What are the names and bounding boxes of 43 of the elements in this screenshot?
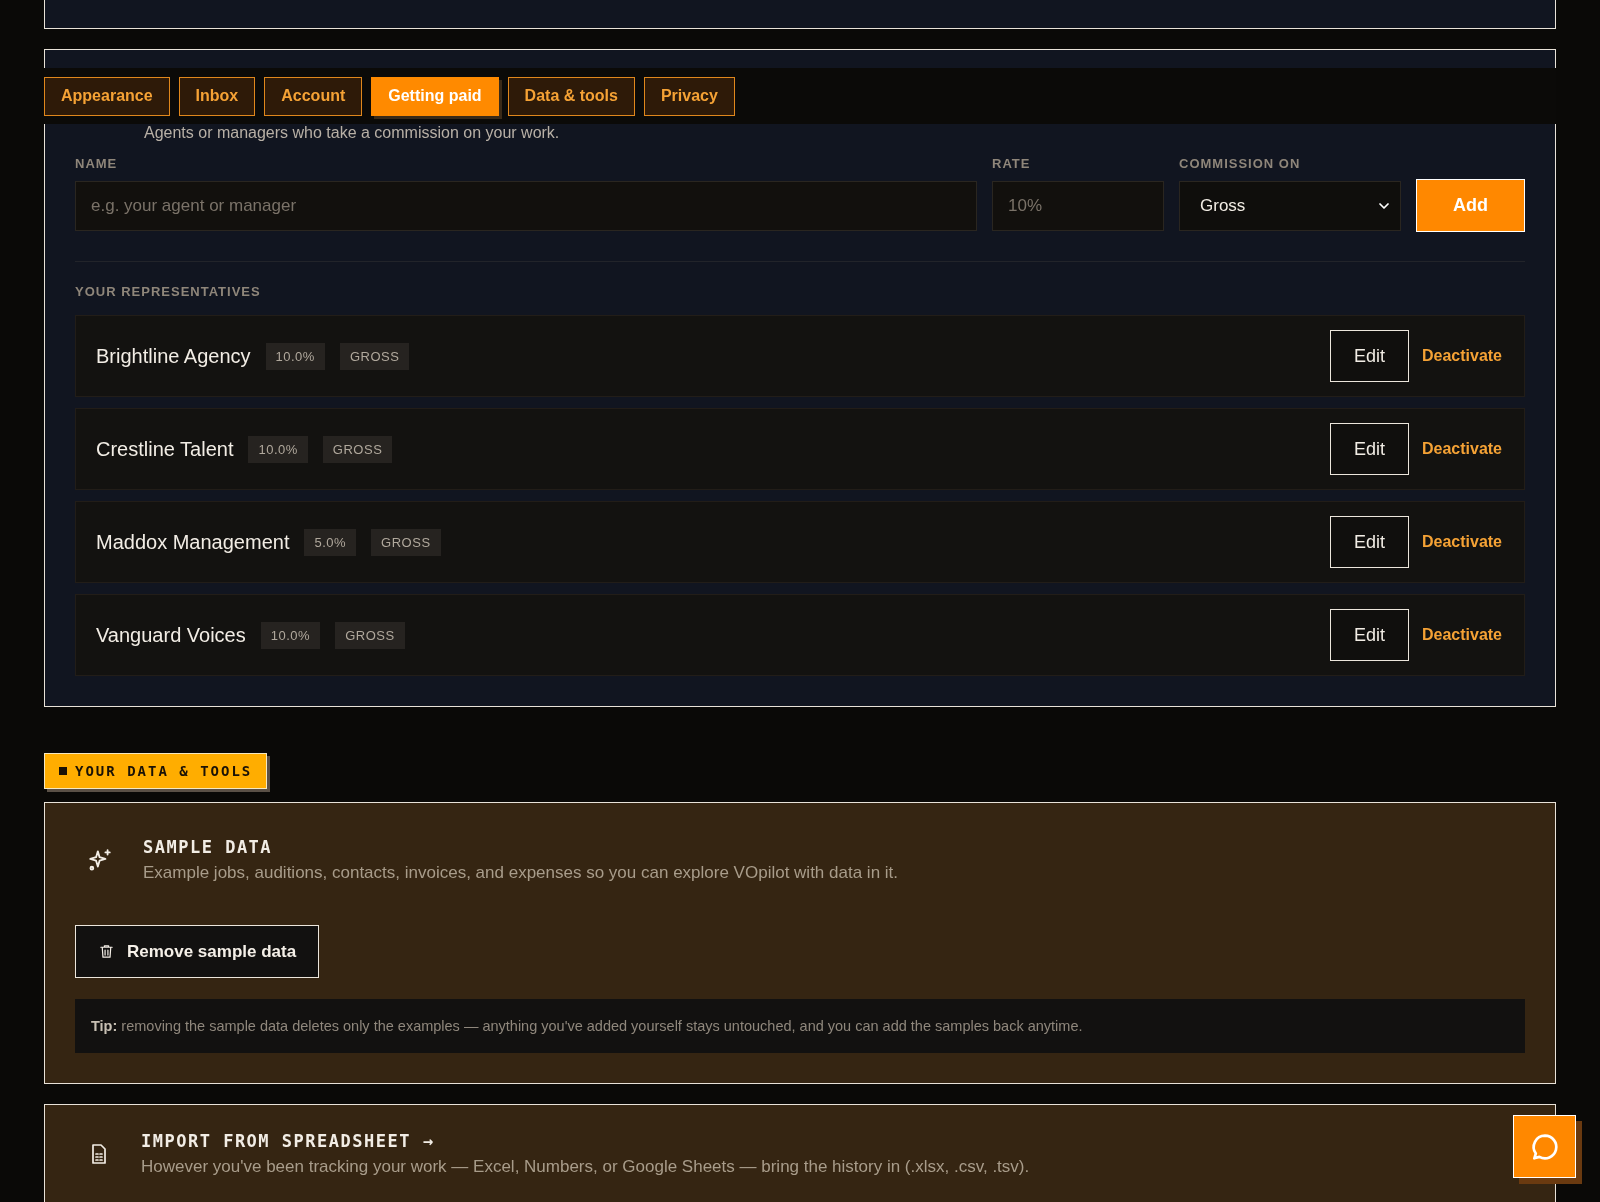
basis-tag: GROSS [371, 528, 441, 556]
deactivate-link[interactable]: Deactivate [1421, 626, 1502, 644]
tip-text: Tip: removing the sample data deletes only the examples — anything you've added yourself stays untouched, and you can add the samples back anytime. [75, 999, 1525, 1053]
edit-button[interactable]: Edit [1329, 423, 1409, 475]
trash-icon [98, 943, 115, 960]
basis-tag: GROSS [339, 342, 410, 370]
tab[interactable]: Appearance [44, 76, 170, 116]
rate-tag: 10.0% [260, 621, 321, 649]
rate-tag: 10.0% [265, 342, 325, 370]
basis-tag: GROSS [335, 621, 405, 649]
sparkle-icon [87, 847, 113, 873]
representative-name: Brightline Agency [96, 344, 251, 368]
basis-tag: GROSS [322, 435, 393, 463]
square-icon [59, 767, 67, 775]
remove-sample-data-button[interactable]: Remove sample data [75, 925, 320, 978]
field-label: NAME [75, 156, 119, 171]
list-heading: YOUR REPRESENTATIVES [75, 284, 262, 299]
edit-button[interactable]: Edit [1329, 330, 1409, 382]
card-title: SAMPLE DATA [143, 837, 274, 857]
edit-button[interactable]: Edit [1329, 516, 1409, 568]
name-input-field[interactable]: e.g. your agent or manager [75, 181, 977, 231]
representative-name: Maddox Management [96, 530, 290, 554]
representative-name: Crestline Talent [96, 437, 234, 461]
deactivate-link[interactable]: Deactivate [1421, 440, 1502, 458]
rate-tag: 10.0% [248, 435, 308, 463]
card-description: Example jobs, auditions, contacts, invoices, and expenses so you can explore VOpilot with data in it. [143, 863, 899, 883]
tab[interactable]: Account [264, 76, 363, 116]
tab[interactable]: Inbox [178, 76, 256, 116]
rate-input-field[interactable]: 10% [992, 181, 1164, 231]
section-description: Agents or managers who take a commission on your work. [144, 124, 561, 142]
edit-button[interactable]: Edit [1329, 609, 1409, 661]
tab[interactable]: Data & tools [507, 76, 635, 116]
deactivate-link[interactable]: Deactivate [1421, 347, 1502, 365]
representative-name: Vanguard Voices [96, 623, 246, 647]
field-label: COMMISSION ON [1179, 156, 1302, 171]
deactivate-link[interactable]: Deactivate [1421, 533, 1502, 551]
section-title: YOUR DATA & TOOLS [75, 763, 253, 779]
commission-select[interactable]: Gross [1179, 181, 1401, 231]
card-title[interactable]: IMPORT FROM SPREADSHEET → [141, 1131, 1030, 1151]
field-label: RATE [992, 156, 1032, 171]
card-description: However you've been tracking your work — Excel, Numbers, or Google Sheets — bring the history in (.xlsx, .csv, .tsv). [141, 1157, 1030, 1177]
tab[interactable]: Privacy [643, 76, 735, 116]
rate-tag: 5.0% [304, 528, 357, 556]
